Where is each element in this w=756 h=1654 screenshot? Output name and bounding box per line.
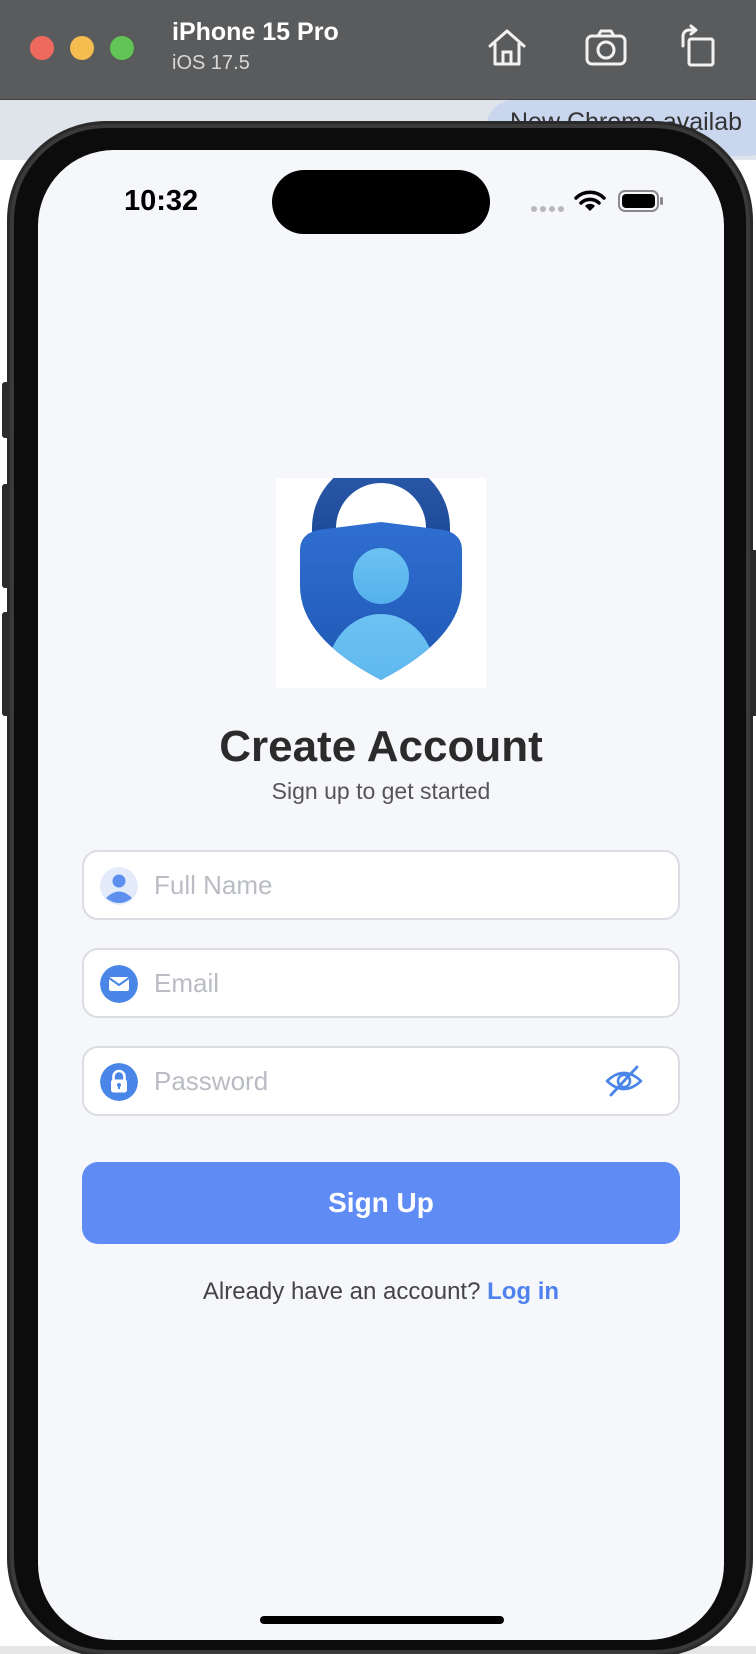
- power-button: [750, 550, 756, 716]
- battery-icon: [618, 190, 663, 212]
- email-field[interactable]: [82, 948, 680, 1018]
- volume-down-button: [2, 612, 10, 716]
- eye-slash-icon[interactable]: [604, 1064, 644, 1098]
- phone-screen: 10:32 Create Account Sign up to get star…: [38, 150, 724, 1640]
- minimize-window-button[interactable]: [70, 36, 94, 60]
- sign-up-button[interactable]: Sign Up: [82, 1162, 680, 1244]
- password-input[interactable]: [154, 1048, 574, 1114]
- full-name-field[interactable]: [82, 850, 680, 920]
- volume-up-button: [2, 484, 10, 588]
- login-prompt-text: Already have an account?: [202, 1278, 481, 1305]
- close-window-button[interactable]: [30, 36, 54, 60]
- wifi-icon: [574, 190, 606, 211]
- cellular-signal-icon: [531, 206, 564, 212]
- lock-icon: [100, 1063, 138, 1101]
- lock-person-icon: [276, 478, 486, 688]
- page-title: Create Account: [219, 722, 543, 771]
- page-subtitle: Sign up to get started: [271, 778, 491, 804]
- action-button: [2, 382, 10, 438]
- person-icon: [100, 867, 138, 905]
- zoom-window-button[interactable]: [110, 36, 134, 60]
- email-input[interactable]: [154, 950, 574, 1016]
- screenshot-icon[interactable]: [583, 24, 629, 70]
- login-prompt-row: Already have an account? Log in: [38, 1278, 724, 1306]
- log-in-link[interactable]: Log in: [487, 1278, 559, 1305]
- rotate-icon[interactable]: [675, 24, 721, 70]
- simulator-os-version: iOS 17.5: [172, 52, 250, 74]
- dynamic-island: [272, 170, 490, 234]
- mail-icon: [100, 965, 138, 1003]
- home-indicator[interactable]: [260, 1616, 504, 1624]
- status-time: 10:32: [124, 185, 199, 217]
- simulator-device-name: iPhone 15 Pro: [172, 18, 339, 46]
- simulator-toolbar: iPhone 15 Pro iOS 17.5: [0, 0, 756, 100]
- full-name-input[interactable]: [154, 852, 574, 918]
- password-field[interactable]: [82, 1046, 680, 1116]
- home-icon[interactable]: [484, 24, 530, 70]
